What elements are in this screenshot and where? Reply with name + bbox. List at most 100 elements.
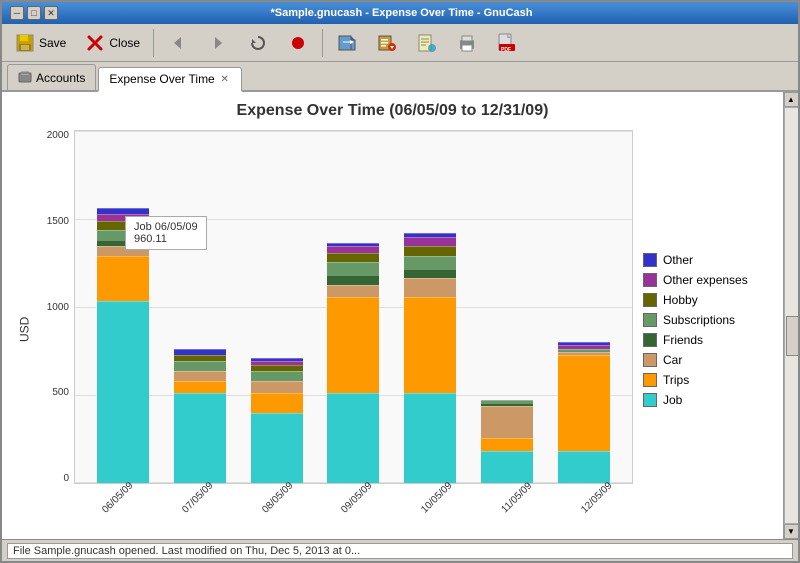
- legend-label: Other: [663, 253, 693, 267]
- report-icon: [416, 32, 438, 54]
- y-tick-1500: 1500: [47, 216, 69, 227]
- bar-group: [404, 233, 456, 483]
- tab-accounts-label: Accounts: [36, 71, 85, 85]
- tab-accounts[interactable]: Accounts: [7, 64, 96, 90]
- bar-segment-job: [174, 393, 226, 483]
- record-icon: [287, 32, 309, 54]
- legend-label: Other expenses: [663, 273, 748, 287]
- close-window-button[interactable]: ✕: [44, 6, 58, 20]
- import-icon: [336, 32, 358, 54]
- tab-expense-over-time[interactable]: Expense Over Time ✕: [98, 67, 241, 92]
- window-controls: ─ □ ✕: [10, 6, 58, 20]
- toolbar-separator-1: [153, 29, 154, 57]
- bar-segment-other-expenses: [404, 237, 456, 247]
- legend-color-box: [643, 393, 657, 407]
- restore-button[interactable]: □: [27, 6, 41, 20]
- pdf-icon: PDF: [496, 32, 518, 54]
- y-tick-500: 500: [52, 387, 69, 398]
- accounts-tab-icon: [18, 69, 32, 86]
- title-bar: ─ □ ✕ *Sample.gnucash - Expense Over Tim…: [2, 2, 798, 24]
- bar-segment-subscriptions: [174, 361, 226, 371]
- y-tick-2000: 2000: [47, 130, 69, 141]
- tooltip: Job 06/05/09 960.11: [125, 216, 207, 250]
- main-window: ─ □ ✕ *Sample.gnucash - Expense Over Tim…: [0, 0, 800, 563]
- bar-segment-trips: [558, 355, 610, 451]
- y-tick-1000: 1000: [47, 302, 69, 313]
- svg-text:PDF: PDF: [501, 47, 511, 53]
- status-bar: File Sample.gnucash opened. Last modifie…: [2, 539, 798, 561]
- legend-color-box: [643, 353, 657, 367]
- legend-label: Car: [663, 353, 682, 367]
- bar-segment-job: [558, 451, 610, 483]
- export-icon: [376, 32, 398, 54]
- chart-canvas: Job 06/05/09 960.11: [74, 130, 633, 484]
- save-button[interactable]: Save: [7, 28, 73, 58]
- bar-segment-subscriptions: [251, 371, 303, 381]
- bar-segment-subscriptions: [404, 256, 456, 269]
- scrollbar: ▲ ▼: [783, 92, 798, 539]
- bar-segment-job: [97, 301, 149, 483]
- bar-group: [558, 342, 610, 483]
- import-button[interactable]: [329, 28, 365, 58]
- print-button[interactable]: [449, 28, 485, 58]
- report-button[interactable]: [409, 28, 445, 58]
- tooltip-line1: Job 06/05/09: [134, 221, 198, 233]
- scroll-down-button[interactable]: ▼: [784, 524, 799, 539]
- bar-segment-car: [404, 278, 456, 297]
- bar-segment-trips: [327, 297, 379, 393]
- pdf-button[interactable]: PDF: [489, 28, 525, 58]
- export-button[interactable]: [369, 28, 405, 58]
- y-tick-0: 0: [63, 473, 69, 484]
- bar-segment-hobby: [327, 253, 379, 263]
- bar-segment-trips: [174, 381, 226, 394]
- bar-segment-car: [174, 371, 226, 381]
- forward-icon: [207, 32, 229, 54]
- bar-group: [251, 358, 303, 483]
- bar-segment-friends: [404, 269, 456, 279]
- bar-segment-car: [327, 285, 379, 298]
- scroll-thumb[interactable]: [786, 316, 799, 356]
- chart-body: USD 2000 1500 1000 500 0: [12, 130, 773, 529]
- legend-color-box: [643, 373, 657, 387]
- y-axis-label: USD: [12, 130, 37, 529]
- tooltip-line2: 960.11: [134, 233, 198, 245]
- forward-button[interactable]: [200, 28, 236, 58]
- close-button[interactable]: Close: [77, 28, 147, 58]
- legend-item-friends: Friends: [643, 333, 763, 347]
- tab-expense-label: Expense Over Time: [109, 72, 214, 86]
- minimize-button[interactable]: ─: [10, 6, 24, 20]
- bar-segment-trips: [481, 438, 533, 451]
- legend-item-other-expenses: Other expenses: [643, 273, 763, 287]
- window-title: *Sample.gnucash - Expense Over Time - Gn…: [58, 7, 745, 19]
- legend-color-box: [643, 313, 657, 327]
- bar-segment-job: [327, 393, 379, 483]
- record-button[interactable]: [280, 28, 316, 58]
- legend-label: Trips: [663, 373, 689, 387]
- bar-group: [174, 349, 226, 483]
- legend-color-box: [643, 253, 657, 267]
- legend-label: Hobby: [663, 293, 698, 307]
- chart-area: Expense Over Time (06/05/09 to 12/31/09)…: [2, 92, 783, 539]
- legend-color-box: [643, 333, 657, 347]
- scroll-up-button[interactable]: ▲: [784, 92, 799, 107]
- bars-container: [75, 131, 632, 483]
- bar-segment-subscriptions: [327, 262, 379, 275]
- legend-color-box: [643, 273, 657, 287]
- bar-segment-job: [251, 413, 303, 483]
- status-text: File Sample.gnucash opened. Last modifie…: [7, 543, 793, 559]
- legend-item-car: Car: [643, 353, 763, 367]
- refresh-icon: [247, 32, 269, 54]
- legend-item-subscriptions: Subscriptions: [643, 313, 763, 327]
- scroll-track[interactable]: [784, 107, 799, 524]
- chart-title: Expense Over Time (06/05/09 to 12/31/09): [12, 102, 773, 120]
- tabs-bar: Accounts Expense Over Time ✕: [2, 62, 798, 92]
- chart-with-axes: 2000 1500 1000 500 0: [39, 130, 633, 529]
- bar-segment-trips: [404, 297, 456, 393]
- tab-close-button[interactable]: ✕: [219, 73, 231, 85]
- save-label: Save: [39, 36, 66, 50]
- legend-item-job: Job: [643, 393, 763, 407]
- bar-segment-car: [481, 406, 533, 438]
- back-button[interactable]: [160, 28, 196, 58]
- refresh-button[interactable]: [240, 28, 276, 58]
- bar-segment-friends: [327, 275, 379, 285]
